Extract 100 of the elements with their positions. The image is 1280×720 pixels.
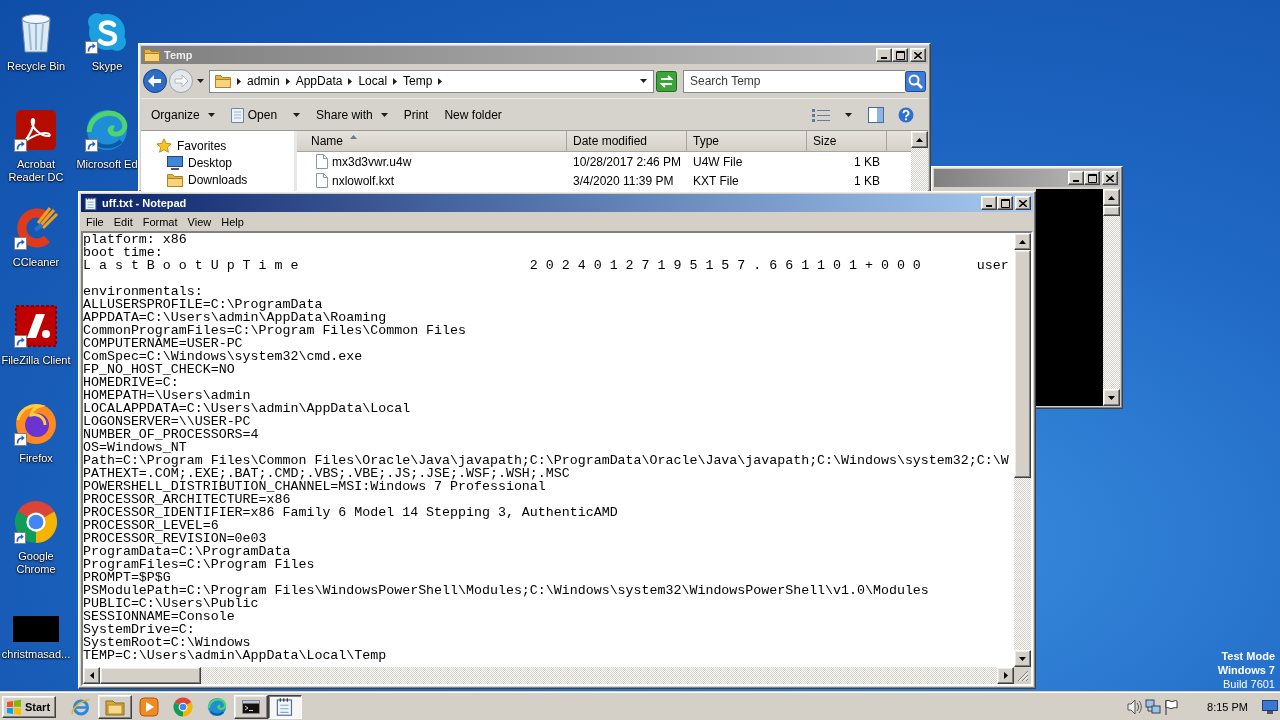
- scroll-up-button[interactable]: [1103, 189, 1120, 206]
- vertical-scrollbar[interactable]: [1014, 233, 1031, 667]
- sort-arrow-icon: [350, 135, 357, 139]
- start-button[interactable]: Start: [2, 695, 57, 718]
- show-desktop-icon[interactable]: [1262, 699, 1278, 714]
- maximize-button[interactable]: [997, 196, 1013, 210]
- desktop-icon-label[interactable]: Acrobat Reader DC: [0, 158, 72, 184]
- vertical-scrollbar[interactable]: [911, 131, 928, 191]
- image-thumbnail-icon[interactable]: [13, 616, 59, 642]
- address-bar[interactable]: admin AppData Local Temp: [209, 69, 654, 93]
- caret-icon: [207, 112, 215, 117]
- chevron-icon[interactable]: [237, 77, 241, 85]
- build-label: Build 7601: [1223, 677, 1275, 691]
- flag-icon[interactable]: [1163, 698, 1180, 715]
- scroll-thumb[interactable]: [100, 667, 201, 684]
- tree-item[interactable]: Downloads: [165, 171, 250, 188]
- column-header[interactable]: Date modified: [567, 131, 687, 152]
- breadcrumb-item[interactable]: Local: [358, 74, 388, 88]
- skype-icon[interactable]: [85, 10, 129, 54]
- chevron-icon[interactable]: [285, 77, 290, 85]
- breadcrumb-item[interactable]: Temp: [403, 74, 433, 88]
- scroll-up-button[interactable]: [1014, 233, 1031, 250]
- scroll-up-button[interactable]: [911, 131, 928, 148]
- desktop-icon-label[interactable]: christmasad...: [1, 648, 71, 661]
- network-icon[interactable]: [1145, 699, 1162, 714]
- desktop-icon-label[interactable]: Firefox: [19, 452, 53, 465]
- edge-icon[interactable]: [85, 108, 129, 152]
- tree-item[interactable]: Desktop: [165, 154, 235, 171]
- arrow-down-icon: [1108, 395, 1115, 400]
- scroll-right-button[interactable]: [997, 667, 1014, 684]
- taskbar-button[interactable]: [268, 694, 303, 719]
- text-line: FP_NO_HOST_CHECK=NO: [83, 363, 235, 376]
- menu-item[interactable]: Help: [216, 214, 249, 229]
- desktop-icon-label[interactable]: Recycle Bin: [6, 60, 66, 73]
- size-grip-icon[interactable]: [1017, 670, 1029, 682]
- scroll-thumb[interactable]: [1103, 206, 1120, 216]
- table-cell-text: 3/4/2020 11:39 PM: [572, 173, 675, 188]
- speaker-icon[interactable]: [1127, 698, 1144, 715]
- tree-item[interactable]: Favorites: [154, 137, 229, 154]
- menu-item[interactable]: Format: [137, 214, 183, 229]
- text-line: COMPUTERNAME=USER-PC: [83, 337, 243, 350]
- scroll-down-button[interactable]: [1103, 389, 1120, 406]
- clock[interactable]: 8:15 PM: [1207, 700, 1248, 713]
- maximize-button[interactable]: [1084, 171, 1100, 185]
- minimize-icon: [881, 57, 887, 59]
- text-line: ProgramData=C:\ProgramData: [83, 545, 291, 558]
- minimize-button[interactable]: [876, 48, 892, 62]
- vertical-scrollbar[interactable]: [1103, 189, 1120, 406]
- toolbar-button[interactable]: Share with: [308, 105, 396, 124]
- toolbar-button[interactable]: New folder: [436, 105, 510, 124]
- desktop-icon-label[interactable]: FileZilla Client: [1, 354, 71, 367]
- minimize-icon: [1073, 180, 1079, 182]
- text-area[interactable]: [83, 233, 1014, 667]
- minimize-button[interactable]: [981, 196, 997, 210]
- search-icon[interactable]: [905, 70, 926, 92]
- toolbar-button[interactable]: Print: [395, 105, 437, 124]
- firefox-icon[interactable]: [14, 402, 58, 446]
- ccleaner-icon[interactable]: [14, 206, 58, 250]
- minimize-button[interactable]: [1068, 171, 1084, 185]
- arrow-right-icon: [1003, 672, 1008, 679]
- toolbar-button[interactable]: Open: [222, 104, 309, 125]
- chevron-icon[interactable]: [393, 77, 398, 85]
- toolbar-button[interactable]: Organize: [143, 105, 223, 124]
- refresh-icon[interactable]: [656, 70, 677, 92]
- breadcrumb-item[interactable]: admin: [247, 74, 280, 88]
- caret-icon[interactable]: [640, 79, 647, 83]
- close-button[interactable]: [910, 48, 926, 62]
- menu-item[interactable]: View: [182, 214, 217, 229]
- column-header[interactable]: Size: [807, 131, 887, 152]
- filezilla-icon[interactable]: [14, 304, 58, 348]
- text-line: PROCESSOR_LEVEL=6: [83, 519, 219, 532]
- search-field[interactable]: Search Temp: [683, 69, 905, 93]
- scroll-thumb[interactable]: [1014, 250, 1031, 478]
- menu-item[interactable]: File: [81, 214, 109, 229]
- arrow-up-icon: [916, 137, 923, 142]
- help-icon[interactable]: [898, 106, 914, 123]
- horizontal-scrollbar[interactable]: [83, 667, 1014, 684]
- column-header[interactable]: Type: [687, 131, 807, 152]
- file-name[interactable]: mx3d3vwr.u4w: [332, 154, 412, 169]
- chevron-icon[interactable]: [438, 77, 443, 85]
- desktop-icon-label[interactable]: Skype: [91, 60, 123, 73]
- desktop-icon-label[interactable]: Microsoft Ed: [76, 158, 138, 171]
- scroll-left-button[interactable]: [83, 667, 100, 684]
- caret-icon[interactable]: [197, 79, 204, 83]
- menu-item[interactable]: Edit: [108, 214, 138, 229]
- desktop-icon-label[interactable]: Google Chrome: [0, 550, 72, 576]
- column-header[interactable]: Name: [297, 131, 567, 152]
- scroll-down-button[interactable]: [1014, 650, 1031, 667]
- chevron-icon[interactable]: [348, 77, 353, 85]
- desktop-icon-label[interactable]: CCleaner: [12, 256, 60, 269]
- edge-icon: [207, 696, 228, 717]
- close-button[interactable]: [1015, 196, 1031, 210]
- chrome-icon[interactable]: [14, 500, 58, 544]
- maximize-button[interactable]: [892, 48, 908, 62]
- preview-pane-icon[interactable]: [868, 106, 884, 123]
- file-name[interactable]: nxlowolf.kxt: [332, 173, 395, 188]
- breadcrumb-item[interactable]: AppData: [295, 74, 343, 88]
- back-icon[interactable]: [143, 69, 167, 93]
- close-button[interactable]: [1102, 171, 1118, 185]
- acrobat-icon[interactable]: [14, 108, 58, 152]
